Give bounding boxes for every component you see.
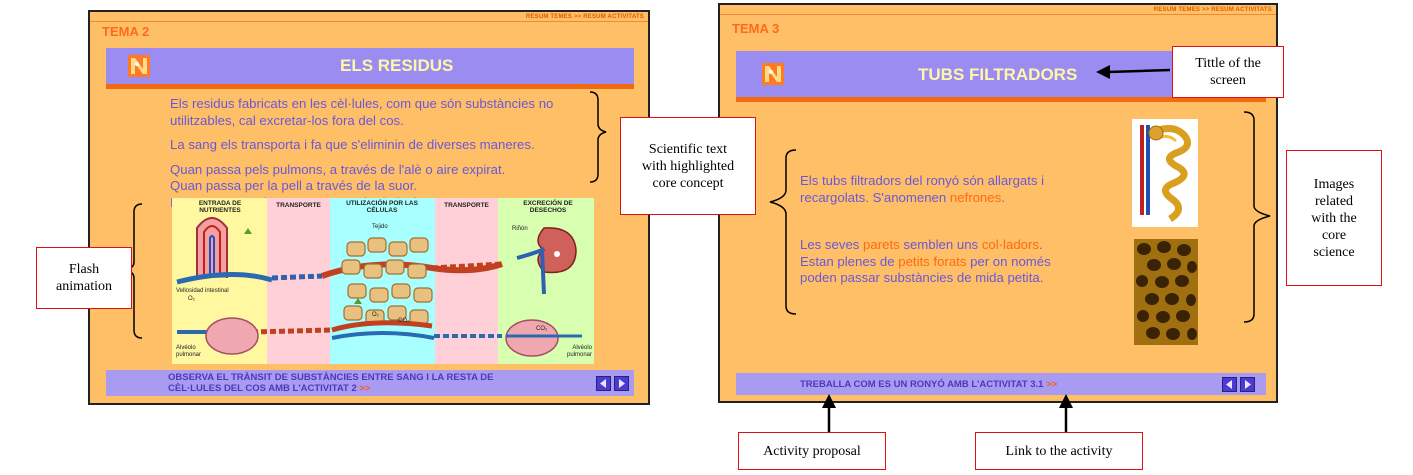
callout-title: Tittle of the screen xyxy=(1172,46,1284,98)
brace-scientific-left xyxy=(589,91,607,183)
brace-images xyxy=(1243,111,1271,323)
callout-scientific-text: Scientific text with highlighted core co… xyxy=(620,117,756,215)
brace-scientific-right xyxy=(769,149,797,315)
callout-link-activity: Link to the activity xyxy=(975,432,1143,470)
callout-activity-proposal: Activity proposal xyxy=(738,432,886,470)
callout-flash-animation: Flash animation xyxy=(36,247,132,309)
callout-images: Images related with the core science xyxy=(1286,150,1382,286)
